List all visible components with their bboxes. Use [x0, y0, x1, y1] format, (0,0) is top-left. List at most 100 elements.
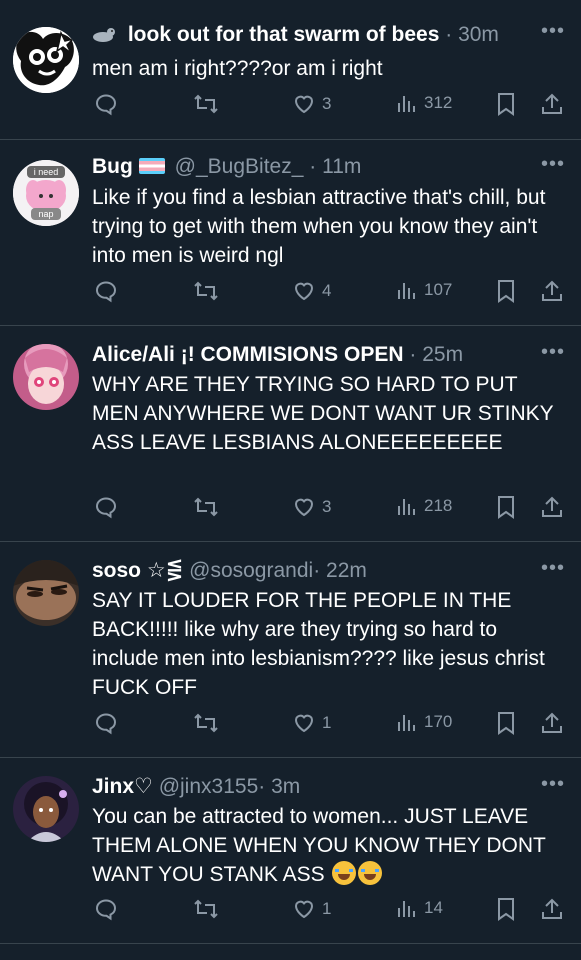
separator: ·: [409, 343, 417, 366]
post[interactable]: look out for that swarm of bees · 30m ••…: [0, 0, 581, 140]
share-button[interactable]: [541, 897, 563, 921]
reply-icon: [95, 713, 117, 735]
loudly-crying-face-icon: [332, 861, 357, 885]
reply-button[interactable]: [94, 711, 118, 735]
like-button[interactable]: 1: [292, 711, 331, 735]
bookmark-icon: [498, 712, 514, 735]
heart-icon: [294, 95, 314, 114]
share-icon: [542, 496, 562, 517]
reply-button[interactable]: [94, 897, 118, 921]
bookmark-button[interactable]: [496, 279, 516, 303]
like-button[interactable]: 1: [292, 897, 331, 921]
avatar[interactable]: i need nap: [13, 160, 79, 226]
post-header: soso ☆⋚ @sosograndi· 22m: [92, 558, 541, 584]
bookmark-button[interactable]: [496, 897, 516, 921]
reply-button[interactable]: [94, 92, 118, 116]
avatar[interactable]: [13, 560, 79, 626]
post-actions: 3 312: [0, 92, 581, 120]
view-count: 170: [424, 712, 453, 731]
repost-button[interactable]: [193, 92, 219, 116]
share-button[interactable]: [541, 92, 563, 116]
avatar[interactable]: [13, 344, 79, 410]
post[interactable]: soso ☆⋚ @sosograndi· 22m ••• SAY IT LOUD…: [0, 542, 581, 758]
reply-icon: [95, 497, 117, 519]
timestamp[interactable]: 22m: [326, 559, 367, 582]
repost-icon: [194, 899, 218, 919]
display-name[interactable]: Alice/Ali ¡! COMMISIONS OPEN: [92, 343, 404, 366]
post-header: Bug @_BugBitez_ · 11m: [92, 154, 541, 180]
avatar-illustration: [13, 27, 79, 93]
views-button[interactable]: 14: [396, 897, 443, 919]
more-options-icon[interactable]: •••: [541, 341, 565, 364]
like-count: 4: [322, 281, 332, 300]
post[interactable]: Alice/Ali ¡! COMMISIONS OPEN · 25m ••• W…: [0, 326, 581, 542]
share-button[interactable]: [541, 279, 563, 303]
repost-button[interactable]: [193, 279, 219, 303]
views-button[interactable]: 170: [396, 711, 452, 733]
avatar-illustration: i need nap: [13, 160, 79, 226]
reply-button[interactable]: [94, 495, 118, 519]
more-options-icon[interactable]: •••: [541, 773, 565, 796]
post-text: You can be attracted to women... JUST LE…: [92, 805, 546, 886]
post[interactable]: i need nap Bug @_BugBitez_ · 11m ••• Lik…: [0, 140, 581, 326]
avatar-caption-bottom: nap: [38, 209, 53, 219]
like-button[interactable]: 3: [292, 92, 331, 116]
share-icon: [542, 898, 562, 919]
separator: ·: [258, 775, 266, 798]
avatar[interactable]: [13, 776, 79, 842]
repost-icon: [194, 94, 218, 114]
more-options-icon[interactable]: •••: [541, 153, 565, 176]
handle[interactable]: @jinx3155: [159, 775, 259, 798]
views-button[interactable]: 312: [396, 92, 452, 114]
more-options-icon[interactable]: •••: [541, 557, 565, 580]
timestamp[interactable]: 11m: [322, 155, 361, 178]
like-button[interactable]: 3: [292, 495, 331, 519]
repost-button[interactable]: [193, 897, 219, 921]
repost-button[interactable]: [193, 495, 219, 519]
reply-icon: [95, 281, 117, 303]
display-name[interactable]: Jinx♡: [92, 775, 153, 798]
view-count: 107: [424, 280, 453, 299]
bookmark-icon: [498, 93, 514, 116]
heart-icon: [294, 498, 314, 517]
handle[interactable]: @_BugBitez_: [175, 155, 304, 178]
bookmark-button[interactable]: [496, 92, 516, 116]
timestamp[interactable]: 3m: [271, 775, 300, 798]
reply-button[interactable]: [94, 279, 118, 303]
like-count: 1: [322, 713, 332, 732]
share-button[interactable]: [541, 495, 563, 519]
display-name[interactable]: look out for that swarm of bees: [128, 23, 440, 46]
separator: ·: [309, 155, 317, 178]
bookmark-icon: [498, 280, 514, 303]
post-text: Like if you find a lesbian attractive th…: [92, 186, 546, 267]
post-header: Jinx♡ @jinx3155· 3m: [92, 774, 541, 800]
timestamp[interactable]: 25m: [422, 343, 463, 366]
display-name[interactable]: Bug: [92, 155, 133, 178]
repost-button[interactable]: [193, 711, 219, 735]
views-button[interactable]: 218: [396, 495, 452, 517]
views-button[interactable]: 107: [396, 279, 452, 301]
like-button[interactable]: 4: [292, 279, 331, 303]
view-count: 14: [424, 898, 443, 917]
bookmark-icon: [498, 496, 514, 519]
reply-icon: [95, 899, 117, 921]
post-text: men am i right????or am i right: [92, 57, 383, 80]
loudly-crying-face-icon: [358, 861, 383, 885]
post-actions: 3 218: [0, 495, 581, 523]
display-name[interactable]: soso ☆⋚: [92, 559, 183, 582]
seal-emoji-icon: [92, 24, 116, 42]
post[interactable]: Jinx♡ @jinx3155· 3m ••• You can be attra…: [0, 758, 581, 944]
more-options-icon[interactable]: •••: [541, 20, 565, 43]
post-header: look out for that swarm of bees · 30m: [92, 22, 541, 48]
bookmark-button[interactable]: [496, 711, 516, 735]
handle[interactable]: @sosograndi: [189, 559, 313, 582]
repost-icon: [194, 497, 218, 517]
avatar[interactable]: [13, 27, 79, 93]
timestamp[interactable]: 30m: [458, 23, 499, 46]
share-button[interactable]: [541, 711, 563, 735]
avatar-illustration: [13, 560, 79, 626]
bookmark-button[interactable]: [496, 495, 516, 519]
like-count: 3: [322, 94, 332, 113]
reply-icon: [95, 94, 117, 116]
post-text: WHY ARE THEY TRYING SO HARD TO PUT MEN A…: [92, 373, 554, 454]
